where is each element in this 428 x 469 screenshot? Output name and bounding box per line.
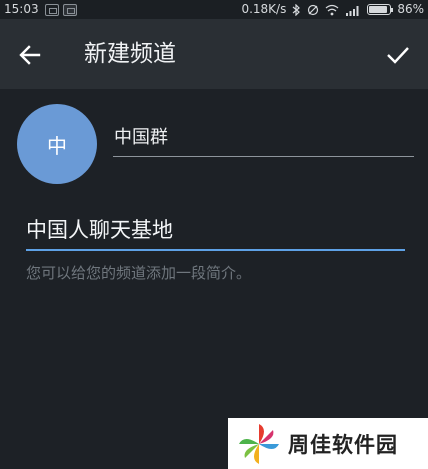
status-time: 15:03 [4, 2, 39, 16]
new-channel-form: 中 您可以给您的频道添加一段简介。 [0, 89, 428, 469]
channel-name-field[interactable] [113, 117, 414, 157]
channel-avatar[interactable]: 中 [17, 104, 97, 184]
back-button[interactable] [14, 39, 46, 71]
battery-fill [369, 6, 387, 13]
channel-name-underline [113, 156, 414, 157]
wifi-icon [325, 4, 339, 15]
status-left: 15:03 [4, 0, 81, 19]
watermark-text: 周佳软件园 [288, 432, 398, 457]
channel-description-underline [26, 249, 405, 251]
confirm-button[interactable] [382, 39, 414, 71]
channel-name-input[interactable] [113, 117, 414, 155]
channel-description-input[interactable] [26, 209, 405, 249]
notification-app-icon-2 [62, 3, 77, 16]
battery-percent: 86% [397, 2, 424, 16]
check-icon [387, 47, 409, 64]
arrow-back-icon [19, 45, 41, 65]
watermark: 周佳软件园 [228, 418, 428, 469]
pinwheel-logo-icon [239, 423, 279, 464]
battery-icon [367, 4, 394, 15]
network-speed: 0.18K/s [241, 2, 287, 16]
app-bar: 新建频道 [0, 19, 428, 89]
channel-description-field[interactable] [26, 209, 405, 251]
status-bar: 15:03 0.18K/s 86% [0, 0, 428, 19]
signal-icon [346, 5, 359, 16]
do-not-disturb-icon [308, 4, 319, 15]
bluetooth-icon [292, 3, 301, 16]
notification-app-icon [44, 3, 59, 16]
description-hint: 您可以给您的频道添加一段简介。 [26, 264, 252, 282]
page-title: 新建频道 [84, 41, 176, 67]
status-right: 0.18K/s 86% [241, 0, 424, 19]
